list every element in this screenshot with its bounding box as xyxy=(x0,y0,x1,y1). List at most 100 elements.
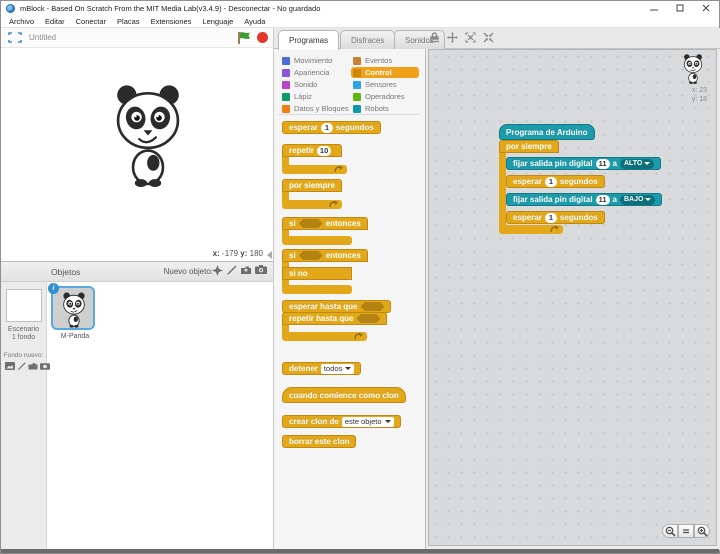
repeat-count-input[interactable]: 10 xyxy=(317,146,331,156)
current-sprite-thumbnail xyxy=(680,53,706,85)
dropdown-arrow-icon xyxy=(644,162,650,165)
shrink-icon[interactable] xyxy=(483,32,494,43)
category-eventos[interactable]: Eventos xyxy=(353,55,392,66)
block-detener[interactable]: detenertodos xyxy=(282,358,361,376)
zoom-out-button[interactable] xyxy=(662,524,678,538)
zoom-in-button[interactable] xyxy=(694,524,710,538)
stage-thumbnail[interactable] xyxy=(6,289,42,322)
tab-programas[interactable]: Programas xyxy=(278,30,339,50)
stop-dropdown[interactable]: todos xyxy=(321,364,354,374)
category-sonido[interactable]: Sonido xyxy=(282,79,317,90)
sprite-name-label: M-Panda xyxy=(51,333,99,340)
pin-number-input[interactable]: 11 xyxy=(596,159,610,169)
camera-sprite-icon[interactable] xyxy=(255,265,267,276)
stage-panel: Untitled x: -179 y: 180 xyxy=(1,28,274,261)
pin-level-dropdown-bajo[interactable]: BAJO xyxy=(620,195,655,205)
sprites-panel: Objetos Nuevo objeto: Escenario 1 fondo … xyxy=(1,261,274,550)
collapse-panel-arrow-icon[interactable] xyxy=(267,251,272,259)
block-repetir[interactable]: repetir10 xyxy=(282,144,347,174)
green-flag-button[interactable] xyxy=(237,31,252,45)
pin-number-input[interactable]: 11 xyxy=(596,195,610,205)
stage-thumb-name: Escenario xyxy=(1,326,46,334)
mouse-coordinate-bar: x: -179 y: 180 xyxy=(1,247,273,261)
category-robots[interactable]: Robots xyxy=(353,103,389,114)
script-por-siempre-loop[interactable]: por siempre fijar salida pin digital11aA… xyxy=(499,140,662,234)
if-else-condition-slot[interactable] xyxy=(299,251,323,260)
duplicate-stamp-icon[interactable] xyxy=(429,32,440,43)
zoom-reset-button[interactable] xyxy=(678,524,694,538)
mouse-coordinates: x: -179 y: 180 xyxy=(213,249,263,258)
if-condition-slot[interactable] xyxy=(299,219,323,228)
block-esperar-segundos[interactable]: esperar1segundos xyxy=(282,117,381,135)
category-operadores[interactable]: Operadores xyxy=(353,91,405,102)
menu-editar[interactable]: Editar xyxy=(45,17,65,26)
sprite-tile-m-panda[interactable]: i xyxy=(51,286,95,330)
close-button[interactable] xyxy=(693,1,719,15)
maximize-button[interactable] xyxy=(667,1,693,15)
grow-icon[interactable] xyxy=(465,32,476,43)
menu-ayuda[interactable]: Ayuda xyxy=(244,17,265,26)
cross-arrows-icon[interactable] xyxy=(447,32,458,43)
new-object-label: Nuevo objeto: xyxy=(164,267,213,276)
menu-conectar[interactable]: Conectar xyxy=(76,17,106,26)
paint-new-sprite-icon[interactable] xyxy=(226,265,237,276)
script-fijar-pin-bajo[interactable]: fijar salida pin digital11aBAJO xyxy=(506,189,662,207)
category-movimiento[interactable]: Movimiento xyxy=(282,55,332,66)
menu-archivo[interactable]: Archivo xyxy=(9,17,34,26)
eventos-swatch xyxy=(353,57,361,65)
sprite-info-badge[interactable]: i xyxy=(48,283,59,294)
palette-divider xyxy=(278,114,419,115)
fullscreen-icon[interactable] xyxy=(8,32,22,43)
block-repetir-hasta-que[interactable]: repetir hasta que xyxy=(282,312,387,341)
menu-bar: Archivo Editar Conectar Placas Extension… xyxy=(1,15,719,28)
block-por-siempre[interactable]: por siempre xyxy=(282,179,342,209)
sprite-position-readout: x: 23 y: 18 xyxy=(692,86,707,104)
script-fijar-pin-alto[interactable]: fijar salida pin digital11aALTO xyxy=(506,153,662,171)
script-esperar-2[interactable]: esperar1segundos xyxy=(506,207,662,225)
new-sprite-library-icon[interactable] xyxy=(212,265,223,276)
menu-placas[interactable]: Placas xyxy=(117,17,140,26)
sensores-swatch xyxy=(353,81,361,89)
upload-sprite-icon[interactable] xyxy=(240,265,252,276)
wait-until-condition-slot[interactable] xyxy=(360,302,384,311)
block-borrar-este-clon[interactable]: borrar este clon xyxy=(282,431,356,449)
control-swatch xyxy=(353,69,361,77)
panda-sprite-on-stage[interactable] xyxy=(104,80,192,192)
camera-backdrop-icon[interactable] xyxy=(40,362,50,371)
script-hat-programa-arduino[interactable]: Programa de Arduino xyxy=(499,124,595,140)
category-control[interactable]: Control xyxy=(351,67,419,78)
mouse-x-value: -179 xyxy=(222,249,238,258)
stage-backdrop-column: Escenario 1 fondo Fondo nuevo: xyxy=(1,282,47,551)
block-palette: Movimiento Apariencia Sonido Lápiz Datos… xyxy=(274,49,426,550)
pin-level-dropdown-alto[interactable]: ALTO xyxy=(620,159,654,169)
category-apariencia[interactable]: Apariencia xyxy=(282,67,329,78)
scripts-panel-wrap: x: 23 y: 18 Programa de Arduino por siem… xyxy=(426,49,720,550)
repeat-until-condition-slot[interactable] xyxy=(356,314,380,323)
script-esperar-1[interactable]: esperar1segundos xyxy=(506,171,662,189)
category-datos-bloques[interactable]: Datos y Bloques xyxy=(282,103,349,114)
block-si-entonces-si-no[interactable]: sientonces si no xyxy=(282,249,368,294)
tab-disfraces[interactable]: Disfraces xyxy=(340,30,395,49)
operadores-swatch xyxy=(353,93,361,101)
arduino-script[interactable]: Programa de Arduino por siempre fijar sa… xyxy=(499,122,662,234)
category-sensores[interactable]: Sensores xyxy=(353,79,397,90)
backdrop-library-icon[interactable] xyxy=(5,362,15,371)
block-crear-clon-de[interactable]: crear clon deeste objeto xyxy=(282,411,401,429)
datos-swatch xyxy=(282,105,290,113)
paint-backdrop-icon[interactable] xyxy=(17,362,26,371)
create-clone-dropdown[interactable]: este objeto xyxy=(342,417,394,427)
minimize-button[interactable] xyxy=(641,1,667,15)
menu-lenguaje[interactable]: Lenguaje xyxy=(202,17,233,26)
category-lapiz[interactable]: Lápiz xyxy=(282,91,312,102)
wait-value-input[interactable]: 1 xyxy=(321,123,333,133)
menu-extensiones[interactable]: Extensiones xyxy=(151,17,192,26)
block-si-entonces[interactable]: sientonces xyxy=(282,217,368,245)
mouse-y-value: 180 xyxy=(250,249,263,258)
mouse-y-label: y: xyxy=(240,249,247,258)
scripts-canvas[interactable]: x: 23 y: 18 Programa de Arduino por siem… xyxy=(428,49,717,546)
stop-button[interactable] xyxy=(257,32,268,43)
wait-value-input[interactable]: 1 xyxy=(545,177,557,187)
block-cuando-comience-como-clon[interactable]: cuando comience como clon xyxy=(282,385,406,403)
wait-value-input[interactable]: 1 xyxy=(545,213,557,223)
upload-backdrop-icon[interactable] xyxy=(28,362,38,371)
